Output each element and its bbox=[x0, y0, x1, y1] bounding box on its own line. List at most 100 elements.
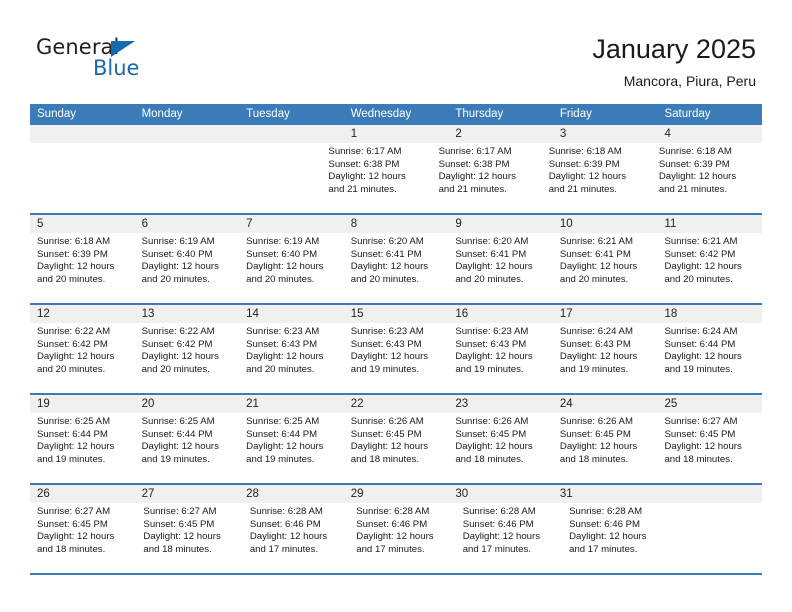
day-number[interactable]: 28 bbox=[239, 485, 344, 503]
day-detail-line: and 20 minutes. bbox=[37, 273, 106, 285]
day-detail-line: and 20 minutes. bbox=[37, 363, 106, 375]
day-detail-line: Sunrise: 6:19 AM bbox=[141, 236, 215, 247]
day-cell[interactable]: Sunrise: 6:25 AM Sunset: 6:44 PM Daylight:… bbox=[30, 413, 135, 483]
day-detail-line: Sunrise: 6:26 AM bbox=[350, 416, 424, 427]
day-detail-line: Daylight: 12 hours bbox=[438, 171, 516, 183]
day-cell[interactable]: Sunrise: 6:27 AM Sunset: 6:45 PM Daylight:… bbox=[657, 413, 762, 483]
day-number[interactable]: 22 bbox=[344, 395, 449, 413]
day-number[interactable]: 6 bbox=[135, 215, 240, 233]
day-number[interactable]: 27 bbox=[135, 485, 240, 503]
day-detail-line: and 17 minutes. bbox=[569, 543, 638, 555]
day-number[interactable]: 25 bbox=[657, 395, 762, 413]
day-cell[interactable]: Sunrise: 6:28 AM Sunset: 6:46 PM Daylight:… bbox=[562, 503, 668, 573]
day-detail-line: Sunrise: 6:23 AM bbox=[455, 326, 529, 337]
day-number[interactable]: 20 bbox=[135, 395, 240, 413]
day-detail-line: Daylight: 12 hours bbox=[246, 261, 324, 273]
day-cell[interactable]: Sunrise: 6:23 AM Sunset: 6:43 PM Daylight:… bbox=[344, 323, 449, 393]
day-number[interactable]: 30 bbox=[448, 485, 553, 503]
day-detail-line: Sunrise: 6:26 AM bbox=[455, 416, 529, 427]
day-number[interactable]: 29 bbox=[344, 485, 449, 503]
day-cell[interactable]: Sunrise: 6:23 AM Sunset: 6:43 PM Daylight:… bbox=[448, 323, 553, 393]
day-number[interactable]: 9 bbox=[448, 215, 553, 233]
day-number[interactable]: 16 bbox=[448, 305, 553, 323]
day-detail-line: Sunrise: 6:18 AM bbox=[37, 236, 111, 247]
day-cell[interactable]: Sunrise: 6:26 AM Sunset: 6:45 PM Daylight:… bbox=[344, 413, 449, 483]
week-content-strip: Sunrise: 6:18 AM Sunset: 6:39 PM Daylight:… bbox=[30, 233, 762, 303]
general-blue-logo[interactable]: General Blue bbox=[36, 36, 216, 88]
day-number[interactable]: 26 bbox=[30, 485, 135, 503]
day-number[interactable]: 3 bbox=[553, 125, 658, 143]
day-number[interactable]: 8 bbox=[344, 215, 449, 233]
day-detail-line: Sunset: 6:40 PM bbox=[141, 248, 213, 260]
day-cell[interactable]: Sunrise: 6:24 AM Sunset: 6:44 PM Daylight:… bbox=[657, 323, 762, 393]
day-number[interactable]: 5 bbox=[30, 215, 135, 233]
week-daynumber-strip: 26 27 28 29 30 31 bbox=[30, 485, 762, 503]
day-detail-line: and 21 minutes. bbox=[548, 183, 617, 195]
day-cell[interactable]: Sunrise: 6:23 AM Sunset: 6:43 PM Daylight:… bbox=[239, 323, 344, 393]
page-title: January 2025 bbox=[592, 34, 756, 64]
day-number[interactable]: 10 bbox=[553, 215, 658, 233]
day-cell[interactable]: Sunrise: 6:17 AM Sunset: 6:38 PM Daylight:… bbox=[321, 143, 431, 213]
day-cell[interactable]: Sunrise: 6:20 AM Sunset: 6:41 PM Daylight:… bbox=[344, 233, 449, 303]
day-cell[interactable]: Sunrise: 6:22 AM Sunset: 6:42 PM Daylight:… bbox=[30, 323, 135, 393]
day-cell[interactable]: Sunrise: 6:20 AM Sunset: 6:41 PM Daylight:… bbox=[448, 233, 553, 303]
day-detail-line: Sunset: 6:42 PM bbox=[141, 338, 213, 350]
day-number[interactable]: 24 bbox=[553, 395, 658, 413]
day-detail-line: and 21 minutes. bbox=[658, 183, 728, 195]
day-detail-line: Daylight: 12 hours bbox=[455, 261, 533, 273]
day-cell[interactable]: Sunrise: 6:28 AM Sunset: 6:46 PM Daylight:… bbox=[243, 503, 349, 573]
day-cell[interactable]: Sunrise: 6:19 AM Sunset: 6:40 PM Daylight:… bbox=[135, 233, 240, 303]
day-number[interactable]: 11 bbox=[657, 215, 762, 233]
day-detail-line: Sunset: 6:42 PM bbox=[37, 338, 108, 350]
day-detail-line: Daylight: 12 hours bbox=[664, 351, 742, 363]
day-number[interactable]: 21 bbox=[239, 395, 344, 413]
day-cell[interactable]: Sunrise: 6:25 AM Sunset: 6:44 PM Daylight:… bbox=[135, 413, 240, 483]
day-detail-line: Sunset: 6:41 PM bbox=[559, 248, 631, 260]
day-detail-line: Sunset: 6:45 PM bbox=[143, 518, 215, 530]
day-detail-line: Daylight: 12 hours bbox=[455, 441, 533, 453]
day-number[interactable]: 4 bbox=[657, 125, 762, 143]
day-cell[interactable]: Sunrise: 6:27 AM Sunset: 6:45 PM Daylight:… bbox=[30, 503, 136, 573]
day-cell[interactable]: Sunrise: 6:26 AM Sunset: 6:45 PM Daylight:… bbox=[448, 413, 553, 483]
day-cell[interactable]: Sunrise: 6:26 AM Sunset: 6:45 PM Daylight:… bbox=[553, 413, 658, 483]
day-number[interactable]: 23 bbox=[448, 395, 553, 413]
day-number[interactable]: 31 bbox=[553, 485, 658, 503]
day-detail-line: Sunset: 6:44 PM bbox=[664, 338, 736, 350]
day-detail-line: Daylight: 12 hours bbox=[350, 441, 429, 453]
day-cell[interactable]: Sunrise: 6:28 AM Sunset: 6:46 PM Daylight:… bbox=[456, 503, 562, 573]
page-header: General Blue January 2025 Mancora, Piura… bbox=[0, 0, 792, 100]
day-detail-line: Daylight: 12 hours bbox=[246, 351, 324, 363]
week-content-strip: Sunrise: 6:25 AM Sunset: 6:44 PM Daylight:… bbox=[30, 413, 762, 483]
calendar-page: General Blue January 2025 Mancora, Piura… bbox=[0, 0, 792, 612]
day-number-empty bbox=[30, 125, 135, 143]
day-number[interactable]: 13 bbox=[135, 305, 240, 323]
day-cell[interactable]: Sunrise: 6:28 AM Sunset: 6:46 PM Daylight:… bbox=[349, 503, 455, 573]
day-number[interactable]: 17 bbox=[553, 305, 658, 323]
day-detail-line: Sunset: 6:41 PM bbox=[455, 248, 527, 260]
day-number[interactable]: 1 bbox=[344, 125, 449, 143]
day-cell[interactable]: Sunrise: 6:21 AM Sunset: 6:42 PM Daylight:… bbox=[657, 233, 762, 303]
day-cell[interactable]: Sunrise: 6:17 AM Sunset: 6:38 PM Daylight:… bbox=[432, 143, 542, 213]
day-cell[interactable]: Sunrise: 6:18 AM Sunset: 6:39 PM Daylight:… bbox=[30, 233, 135, 303]
day-number[interactable]: 7 bbox=[239, 215, 344, 233]
day-number[interactable]: 12 bbox=[30, 305, 135, 323]
day-cell[interactable]: Sunrise: 6:24 AM Sunset: 6:43 PM Daylight:… bbox=[553, 323, 658, 393]
day-number[interactable]: 19 bbox=[30, 395, 135, 413]
day-number[interactable]: 18 bbox=[657, 305, 762, 323]
day-cell[interactable]: Sunrise: 6:21 AM Sunset: 6:41 PM Daylight:… bbox=[553, 233, 658, 303]
day-detail-line: Sunset: 6:45 PM bbox=[37, 518, 108, 530]
day-number[interactable]: 14 bbox=[239, 305, 344, 323]
week-daynumber-strip: 19 20 21 22 23 24 25 bbox=[30, 395, 762, 413]
day-number[interactable]: 2 bbox=[448, 125, 553, 143]
week-daynumber-strip: 1234 bbox=[30, 125, 762, 143]
day-cell[interactable]: Sunrise: 6:25 AM Sunset: 6:44 PM Daylight:… bbox=[239, 413, 344, 483]
day-cell[interactable]: Sunrise: 6:22 AM Sunset: 6:42 PM Daylight:… bbox=[135, 323, 240, 393]
day-detail-line: and 19 minutes. bbox=[559, 363, 629, 375]
day-detail-line: Daylight: 12 hours bbox=[664, 261, 742, 273]
day-cell[interactable]: Sunrise: 6:18 AM Sunset: 6:39 PM Daylight:… bbox=[542, 143, 652, 213]
day-number[interactable]: 15 bbox=[344, 305, 449, 323]
day-detail-line: and 19 minutes. bbox=[664, 363, 733, 375]
day-cell[interactable]: Sunrise: 6:27 AM Sunset: 6:45 PM Daylight:… bbox=[136, 503, 242, 573]
day-cell[interactable]: Sunrise: 6:19 AM Sunset: 6:40 PM Daylight:… bbox=[239, 233, 344, 303]
day-cell[interactable]: Sunrise: 6:18 AM Sunset: 6:39 PM Daylight:… bbox=[652, 143, 762, 213]
